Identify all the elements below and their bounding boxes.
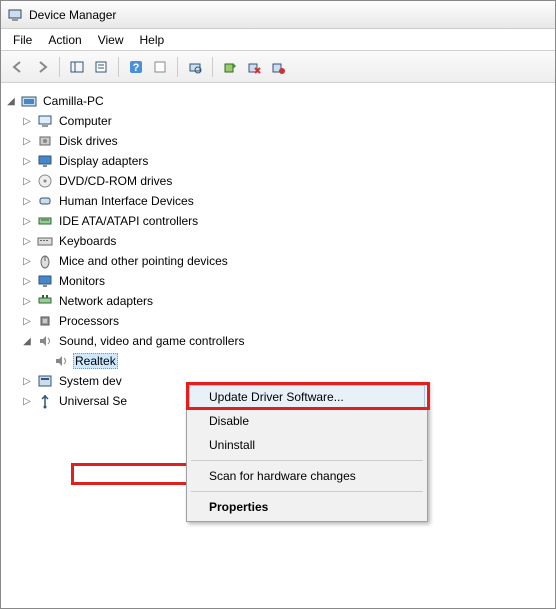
ide-icon xyxy=(37,213,53,229)
cpu-icon xyxy=(37,313,53,329)
uninstall-button[interactable] xyxy=(243,56,265,78)
toolbar-separator xyxy=(118,57,119,77)
tree-node[interactable]: Realtek xyxy=(5,351,551,371)
expand-toggle[interactable]: ▷ xyxy=(21,316,33,327)
menu-help[interactable]: Help xyxy=(132,31,173,49)
tree-node-label: IDE ATA/ATAPI controllers xyxy=(57,213,200,229)
menu-file[interactable]: File xyxy=(5,31,40,49)
expand-toggle[interactable]: ▷ xyxy=(21,276,33,287)
menu-view[interactable]: View xyxy=(90,31,132,49)
expand-toggle[interactable]: ◢ xyxy=(21,336,33,347)
disable-button[interactable] xyxy=(267,56,289,78)
context-menu-item[interactable]: Properties xyxy=(189,495,425,519)
root-icon xyxy=(21,93,37,109)
toolbar-separator xyxy=(177,57,178,77)
expand-toggle[interactable]: ▷ xyxy=(21,216,33,227)
tree-node-label: Display adapters xyxy=(57,153,150,169)
window-title: Device Manager xyxy=(29,8,116,22)
dvd-icon xyxy=(37,173,53,189)
network-icon xyxy=(37,293,53,309)
tree-node-label: Universal Se xyxy=(57,393,129,409)
system-icon xyxy=(37,373,53,389)
tree-node[interactable]: ▷ Display adapters xyxy=(5,151,551,171)
tree-node[interactable]: ▷ Network adapters xyxy=(5,291,551,311)
tree-node-label: Keyboards xyxy=(57,233,118,249)
sound-icon xyxy=(37,333,53,349)
display-icon xyxy=(37,153,53,169)
menu-action[interactable]: Action xyxy=(40,31,89,49)
tree-node[interactable]: ▷ Keyboards xyxy=(5,231,551,251)
tree-node-label: Computer xyxy=(57,113,114,129)
back-button[interactable] xyxy=(7,56,29,78)
hid-icon xyxy=(37,193,53,209)
tree-node-label: Processors xyxy=(57,313,121,329)
sound-icon xyxy=(53,353,69,369)
svg-text:?: ? xyxy=(133,62,140,74)
tree-node-label: Network adapters xyxy=(57,293,155,309)
properties-button[interactable] xyxy=(90,56,112,78)
context-menu-separator xyxy=(191,460,423,461)
forward-button[interactable] xyxy=(31,56,53,78)
tree-node-label: Disk drives xyxy=(57,133,120,149)
toolbar-separator xyxy=(59,57,60,77)
expand-toggle[interactable]: ▷ xyxy=(21,116,33,127)
context-menu-separator xyxy=(191,491,423,492)
show-hide-tree-button[interactable] xyxy=(66,56,88,78)
toolbar: ? xyxy=(1,51,555,83)
expand-toggle[interactable]: ▷ xyxy=(21,176,33,187)
context-menu: Update Driver Software...DisableUninstal… xyxy=(186,382,428,522)
tree-node[interactable]: ▷ Monitors xyxy=(5,271,551,291)
tree-node[interactable]: ▷ Processors xyxy=(5,311,551,331)
context-menu-item[interactable]: Scan for hardware changes xyxy=(189,464,425,488)
expand-toggle[interactable]: ▷ xyxy=(21,236,33,247)
tree-node[interactable]: ◢ Camilla-PC xyxy=(5,91,551,111)
expand-toggle[interactable]: ▷ xyxy=(21,396,33,407)
tree-node-label: DVD/CD-ROM drives xyxy=(57,173,174,189)
tree-node[interactable]: ▷ Computer xyxy=(5,111,551,131)
tree-node-label: Mice and other pointing devices xyxy=(57,253,230,269)
context-menu-item[interactable]: Update Driver Software... xyxy=(189,385,425,409)
monitor-icon xyxy=(37,273,53,289)
tree-node-label: Monitors xyxy=(57,273,107,289)
tree-node[interactable]: ▷ Disk drives xyxy=(5,131,551,151)
disk-icon xyxy=(37,133,53,149)
tree-node-label: Human Interface Devices xyxy=(57,193,196,209)
titlebar[interactable]: Device Manager xyxy=(1,1,555,29)
update-driver-button[interactable] xyxy=(219,56,241,78)
tree-node[interactable]: ▷ Mice and other pointing devices xyxy=(5,251,551,271)
context-menu-item[interactable]: Uninstall xyxy=(189,433,425,457)
expand-toggle[interactable]: ▷ xyxy=(21,256,33,267)
usb-icon xyxy=(37,393,53,409)
expand-toggle[interactable]: ◢ xyxy=(5,96,17,107)
help-button[interactable]: ? xyxy=(125,56,147,78)
tree-node[interactable]: ◢ Sound, video and game controllers xyxy=(5,331,551,351)
context-menu-item[interactable]: Disable xyxy=(189,409,425,433)
expand-toggle[interactable]: ▷ xyxy=(21,196,33,207)
tree-node[interactable]: ▷ Human Interface Devices xyxy=(5,191,551,211)
mouse-icon xyxy=(37,253,53,269)
action-button[interactable] xyxy=(149,56,171,78)
toolbar-separator xyxy=(212,57,213,77)
computer-icon xyxy=(37,113,53,129)
tree-node[interactable]: ▷ DVD/CD-ROM drives xyxy=(5,171,551,191)
tree-node-label: Realtek xyxy=(73,353,118,369)
device-tree[interactable]: ◢ Camilla-PC ▷ Computer ▷ Disk drives ▷ Display… xyxy=(1,83,555,608)
tree-node[interactable]: ▷ IDE ATA/ATAPI controllers xyxy=(5,211,551,231)
expand-toggle[interactable]: ▷ xyxy=(21,156,33,167)
scan-hardware-button[interactable] xyxy=(184,56,206,78)
keyboard-icon xyxy=(37,233,53,249)
tree-node-label: System dev xyxy=(57,373,124,389)
tree-node-label: Camilla-PC xyxy=(41,93,106,109)
tree-node-label: Sound, video and game controllers xyxy=(57,333,246,349)
expand-toggle[interactable]: ▷ xyxy=(21,376,33,387)
menubar: File Action View Help xyxy=(1,29,555,51)
expand-toggle[interactable]: ▷ xyxy=(21,136,33,147)
app-icon xyxy=(7,7,23,23)
expand-toggle[interactable]: ▷ xyxy=(21,296,33,307)
